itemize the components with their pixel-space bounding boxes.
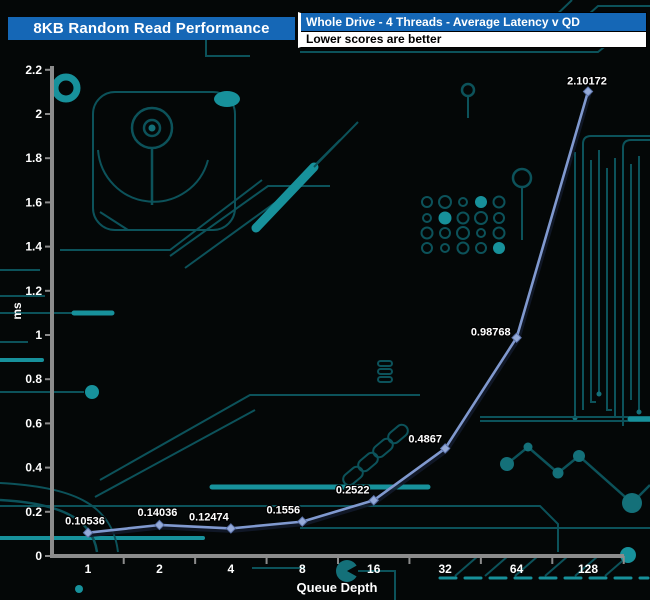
data-point-label: 0.1556: [266, 505, 300, 517]
chart-subtitle: Whole Drive - 4 Threads - Average Latenc…: [301, 13, 646, 32]
y-tick-label: 0: [35, 549, 42, 563]
x-tick-label: 128: [578, 562, 598, 576]
chart-page: 0 0.2 0.4 0.6 0.8 1 1.2 1.4 1.6 1.8 2 2.2 1 2 4 8 16 32 64…: [0, 0, 650, 600]
y-tick-label: 2.2: [25, 63, 42, 77]
x-tick-label: 1: [85, 562, 92, 576]
data-series-line-shadow: [89, 94, 589, 535]
y-tick-label: 1.4: [25, 240, 42, 254]
x-tick-label: 64: [510, 562, 524, 576]
y-tick-label: 0.2: [25, 505, 42, 519]
data-series-line: [88, 92, 588, 533]
chart-title-bar: 8KB Random Read Performance: [8, 17, 295, 40]
x-axis-title: Queue Depth: [297, 580, 378, 595]
x-tick-label: 16: [367, 562, 381, 576]
data-point-label: 0.12474: [189, 511, 230, 523]
data-point-label: 0.98768: [471, 327, 511, 339]
chart-info-box: Whole Drive - 4 Threads - Average Latenc…: [298, 12, 647, 48]
chart-title: 8KB Random Read Performance: [33, 20, 269, 37]
x-tick-label: 2: [156, 562, 163, 576]
y-tick-label: 1.2: [25, 284, 42, 298]
data-point-label: 0.14036: [138, 507, 178, 519]
y-tick-label: 0.6: [25, 416, 42, 430]
y-tick-label: 2: [35, 107, 42, 121]
y-tick-label: 0.4: [25, 461, 42, 475]
data-point-label: 0.4867: [408, 433, 442, 445]
y-tick-label: 0.8: [25, 372, 42, 386]
y-tick-label: 1: [35, 328, 42, 342]
chart-note: Lower scores are better: [301, 32, 646, 47]
x-tick-label: 4: [228, 562, 235, 576]
x-tick-label: 32: [438, 562, 452, 576]
data-point-label: 2.10172: [567, 76, 607, 88]
y-tick-label: 1.8: [25, 151, 42, 165]
data-point-label: 0.2522: [336, 484, 370, 496]
y-axis-title: ms: [10, 302, 24, 320]
x-tick-label: 8: [299, 562, 306, 576]
latency-line-chart: 0 0.2 0.4 0.6 0.8 1 1.2 1.4 1.6 1.8 2 2.2 1 2 4 8 16 32 64…: [0, 0, 650, 600]
y-tick-label: 1.6: [25, 195, 42, 209]
data-point-label: 0.10536: [65, 516, 105, 528]
